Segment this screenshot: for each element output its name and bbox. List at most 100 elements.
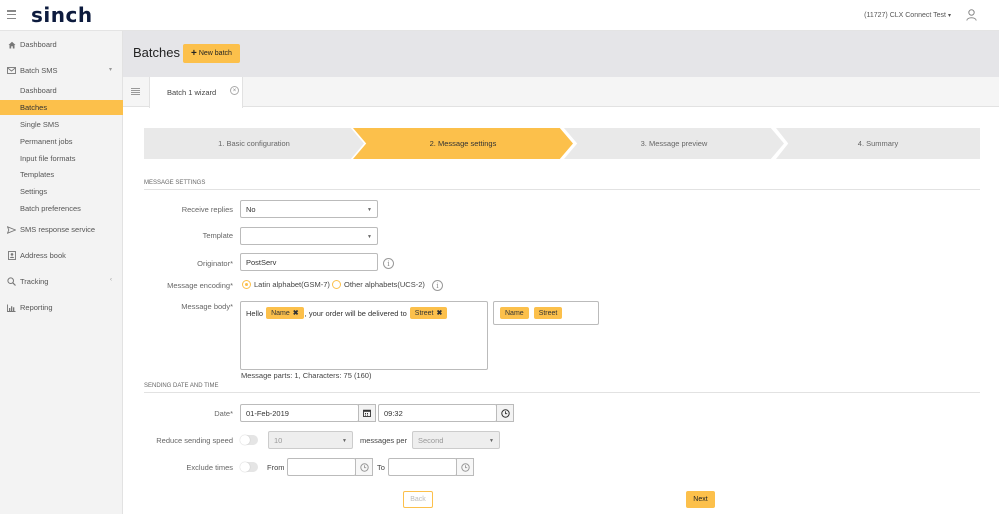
info-icon[interactable]: i [383, 258, 394, 269]
variable-chip-street[interactable]: Street ✖ [409, 307, 448, 319]
new-batch-button[interactable]: + New batch [183, 44, 240, 63]
sidebar-subitem-dashboard[interactable]: Dashboard [0, 83, 123, 98]
clock-icon[interactable] [355, 458, 373, 476]
remove-icon[interactable]: ✖ [436, 309, 442, 317]
contact-icon [7, 251, 16, 260]
time-input[interactable]: 09:32 [378, 404, 497, 422]
sidebar-item-label: Permanent jobs [20, 137, 73, 146]
chevron-down-icon: ▼ [489, 438, 494, 444]
sidebar-subitem-settings[interactable]: Settings [0, 184, 123, 199]
reduce-speed-count-value: 10 [274, 435, 283, 445]
message-body-label: Message body* [181, 302, 233, 311]
close-icon[interactable]: × [230, 86, 239, 95]
sidebar-item-label: Batches [20, 103, 48, 112]
plus-icon: + [191, 48, 197, 59]
search-icon [7, 277, 16, 286]
chevron-down-icon: ▼ [367, 234, 372, 240]
wizard-stepper: 1. Basic configuration 2. Message settin… [144, 128, 980, 159]
back-button[interactable]: Back [403, 491, 433, 508]
envelope-icon [7, 66, 16, 75]
sidebar-subitem-batches[interactable]: Batches [0, 100, 123, 115]
encoding-gsm7-radio[interactable]: Latin alphabet(GSM-7) [242, 280, 330, 289]
chip-label: Street [414, 309, 434, 317]
receive-replies-select[interactable]: No ▼ [240, 200, 378, 218]
send-icon [7, 225, 16, 234]
remove-icon[interactable]: ✖ [293, 309, 299, 317]
sidebar-item-batch-sms[interactable]: Batch SMS ▾ [0, 63, 123, 78]
variable-option-name[interactable]: Name [500, 307, 529, 319]
sidebar-item-label: Dashboard [20, 40, 57, 49]
user-icon[interactable] [966, 9, 977, 21]
wizard-step-message-settings[interactable]: 2. Message settings [353, 128, 573, 159]
exclude-times-toggle[interactable] [240, 462, 258, 472]
reduce-speed-count-select[interactable]: 10 ▼ [268, 431, 353, 449]
to-label: To [377, 463, 385, 472]
menu-icon[interactable] [7, 10, 16, 19]
reduce-speed-unit-select[interactable]: Second ▼ [412, 431, 500, 449]
encoding-ucs2-label: Other alphabets(UCS-2) [344, 280, 425, 289]
template-select[interactable]: ▼ [240, 227, 378, 245]
tab-batch-1-wizard[interactable]: Batch 1 wizard × [149, 77, 243, 108]
message-encoding-label: Message encoding* [167, 281, 233, 290]
chevron-down-icon: ▾ [108, 67, 112, 73]
chevron-down-icon: ▾ [947, 13, 951, 19]
variable-option-street[interactable]: Street [533, 307, 563, 319]
account-switcher[interactable]: (11727) CLX Connect Test ▾ [864, 12, 951, 19]
message-settings-heading: MESSAGE SETTINGS [144, 180, 980, 190]
sending-date-heading: SENDING DATE AND TIME [144, 383, 980, 393]
chip-label: Name [271, 309, 290, 317]
message-text: , your order will be delivered to [304, 308, 407, 318]
step-label: 1. Basic configuration [218, 139, 290, 148]
tab-label: Batch 1 wizard [167, 88, 217, 97]
encoding-gsm7-label: Latin alphabet(GSM-7) [254, 280, 330, 289]
variable-chip-name[interactable]: Name ✖ [266, 307, 304, 319]
exclude-to-input[interactable] [388, 458, 457, 476]
home-icon [7, 40, 16, 49]
chevron-down-icon: ▼ [342, 438, 347, 444]
sidebar-item-dashboard[interactable]: Dashboard [0, 37, 123, 52]
sidebar-item-label: Input file formats [20, 154, 76, 163]
next-button[interactable]: Next [686, 491, 715, 508]
step-label: 4. Summary [857, 139, 899, 148]
sinch-logo: sinch [31, 3, 93, 27]
sidebar-item-label: Single SMS [20, 120, 60, 129]
template-label: Template [202, 231, 233, 240]
account-name: (11727) CLX Connect Test [864, 12, 946, 19]
sidebar-item-label: Settings [20, 187, 48, 196]
clock-icon[interactable] [456, 458, 474, 476]
sidebar-subitem-permanent-jobs[interactable]: Permanent jobs [0, 134, 123, 149]
calendar-icon[interactable] [358, 404, 376, 422]
reduce-speed-toggle[interactable] [240, 435, 258, 445]
sidebar-item-label: Dashboard [20, 86, 57, 95]
receive-replies-label: Receive replies [181, 205, 233, 214]
sidebar-item-label: Batch SMS [20, 66, 58, 75]
tab-strip: Batch 1 wizard × [123, 77, 999, 108]
chevron-down-icon: ▼ [367, 207, 372, 213]
message-body-textarea[interactable]: Hello Name ✖ , your order will be delive… [240, 301, 488, 370]
from-label: From [267, 463, 285, 472]
receive-replies-value: No [246, 204, 256, 214]
variables-box: Name Street [493, 301, 599, 325]
message-body-content: Hello Name ✖ , your order will be delive… [246, 307, 448, 319]
info-icon[interactable]: i [432, 280, 443, 291]
date-label: Date* [214, 409, 233, 418]
sidebar-subitem-single-sms[interactable]: Single SMS [0, 117, 123, 132]
sidebar-subitem-templates[interactable]: Templates [0, 167, 123, 182]
date-input[interactable]: 01-Feb-2019 [240, 404, 359, 422]
originator-label: Originator* [197, 259, 233, 268]
step-label: 3. Message preview [640, 139, 708, 148]
wizard-step-basic-configuration[interactable]: 1. Basic configuration [144, 128, 364, 159]
exclude-times-label: Exclude times [186, 463, 233, 472]
sidebar-subitem-input-file-formats[interactable]: Input file formats [0, 151, 123, 166]
step-label: 2. Message settings [429, 139, 497, 148]
top-bar: sinch (11727) CLX Connect Test ▾ [0, 0, 999, 31]
exclude-from-input[interactable] [287, 458, 356, 476]
originator-input[interactable]: PostServ [240, 253, 378, 271]
encoding-ucs2-radio[interactable]: Other alphabets(UCS-2) [332, 280, 425, 289]
messages-per-label: messages per [360, 436, 408, 445]
list-icon[interactable] [131, 88, 140, 95]
wizard-step-message-preview[interactable]: 3. Message preview [564, 128, 784, 159]
clock-icon[interactable] [496, 404, 514, 422]
sidebar-item-label: Templates [20, 170, 55, 179]
wizard-step-summary[interactable]: 4. Summary [776, 128, 980, 159]
